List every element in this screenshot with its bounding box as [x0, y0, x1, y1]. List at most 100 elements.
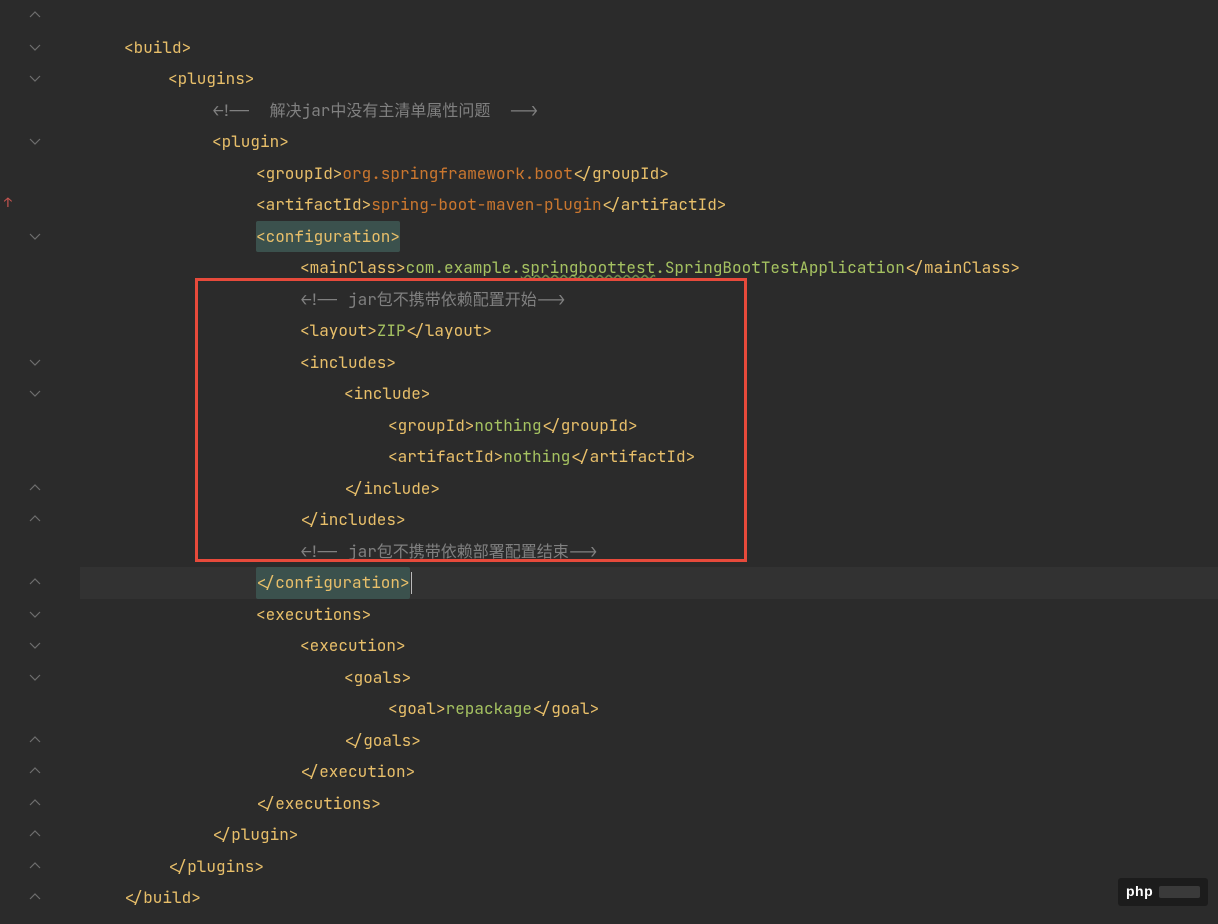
fold-expand-icon[interactable] — [28, 386, 42, 400]
fold-expand-icon[interactable] — [28, 71, 42, 85]
code-token: nothing — [503, 441, 570, 473]
code-line[interactable]: <goal>repackage</goal> — [80, 693, 1218, 725]
code-token: <plugins> — [168, 63, 254, 95]
code-token: <executions> — [256, 599, 371, 631]
code-token: </artifactId> — [602, 189, 727, 221]
vcs-change-marker-icon: ↑ — [4, 187, 12, 219]
code-line[interactable]: </build> — [80, 882, 1218, 914]
code-line[interactable]: <groupId>nothing</groupId> — [80, 410, 1218, 442]
code-line[interactable]: <includes> — [80, 347, 1218, 379]
code-line[interactable]: <mainClass>com.example.springboottest.Sp… — [80, 252, 1218, 284]
code-token: </include> — [344, 473, 440, 505]
code-line[interactable]: <execution> — [80, 630, 1218, 662]
fold-collapse-icon[interactable] — [28, 827, 42, 841]
code-token: <include> — [344, 378, 430, 410]
code-token: </includes> — [300, 504, 406, 536]
code-token: </goal> — [532, 693, 599, 725]
code-line[interactable]: <artifactId>spring-boot-maven-plugin</ar… — [80, 189, 1218, 221]
fold-collapse-icon[interactable] — [28, 481, 42, 495]
code-token: <includes> — [300, 347, 396, 379]
code-token: <goals> — [344, 662, 411, 694]
code-token: <groupId> — [256, 158, 342, 190]
watermark-text: php — [1126, 876, 1153, 908]
code-token: </execution> — [300, 756, 415, 788]
fold-collapse-icon[interactable] — [28, 859, 42, 873]
code-line[interactable]: </configuration> — [80, 567, 1218, 599]
code-token: </groupId> — [542, 410, 638, 442]
code-token: </groupId> — [573, 158, 669, 190]
code-line[interactable]: <!-- jar包不携带依赖部署配置结束--> — [80, 536, 1218, 568]
code-token: com.example. — [406, 252, 521, 284]
code-token: </layout> — [406, 315, 492, 347]
code-token: org.springframework.boot — [342, 158, 572, 190]
code-token: <artifactId> — [388, 441, 503, 473]
code-line[interactable]: <groupId>org.springframework.boot</group… — [80, 158, 1218, 190]
code-line[interactable]: <build> — [80, 32, 1218, 64]
code-token: repackage — [446, 693, 532, 725]
code-token: </executions> — [256, 788, 381, 820]
code-line[interactable]: <executions> — [80, 599, 1218, 631]
fold-collapse-icon[interactable] — [28, 733, 42, 747]
code-token: </mainClass> — [905, 252, 1020, 284]
code-token: <layout> — [300, 315, 377, 347]
watermark-decoration — [1159, 886, 1200, 898]
code-token: <goal> — [388, 693, 446, 725]
code-line[interactable]: <configuration> — [80, 221, 1218, 253]
code-token: .SpringBootTestApplication — [655, 252, 905, 284]
fold-expand-icon[interactable] — [28, 40, 42, 54]
code-token: </configuration> — [256, 567, 410, 599]
code-token: ZIP — [377, 315, 406, 347]
code-line[interactable]: <layout>ZIP</layout> — [80, 315, 1218, 347]
code-token: spring-boot-maven-plugin — [371, 189, 601, 221]
fold-expand-icon[interactable] — [28, 607, 42, 621]
code-line[interactable]: <goals> — [80, 662, 1218, 694]
code-line[interactable]: <artifactId>nothing</artifactId> — [80, 441, 1218, 473]
fold-expand-icon[interactable] — [28, 229, 42, 243]
code-line[interactable]: </include> — [80, 473, 1218, 505]
editor-gutter: ↑ — [0, 0, 48, 924]
fold-collapse-icon[interactable] — [28, 8, 42, 22]
code-line[interactable] — [80, 0, 1218, 32]
code-line[interactable]: <plugin> — [80, 126, 1218, 158]
text-caret — [411, 572, 412, 594]
fold-collapse-icon[interactable] — [28, 575, 42, 589]
code-token: </plugin> — [212, 819, 298, 851]
code-line[interactable]: </goals> — [80, 725, 1218, 757]
code-line[interactable]: <!-- jar包不携带依赖配置开始--> — [80, 284, 1218, 316]
code-token: </goals> — [344, 725, 421, 757]
fold-collapse-icon[interactable] — [28, 512, 42, 526]
fold-collapse-icon[interactable] — [28, 796, 42, 810]
code-token: <configuration> — [256, 221, 400, 253]
code-area[interactable]: <build><plugins><!-- 解决jar中没有主清单属性问题 -->… — [48, 0, 1218, 924]
code-token: <groupId> — [388, 410, 474, 442]
code-token: </artifactId> — [570, 441, 695, 473]
code-token: nothing — [474, 410, 541, 442]
code-line[interactable]: <plugins> — [80, 63, 1218, 95]
fold-collapse-icon[interactable] — [28, 890, 42, 904]
code-line[interactable]: </executions> — [80, 788, 1218, 820]
code-line[interactable]: <include> — [80, 378, 1218, 410]
code-token: <!-- jar包不携带依赖配置开始--> — [300, 284, 566, 316]
fold-collapse-icon[interactable] — [28, 764, 42, 778]
code-token: springboottest — [521, 252, 655, 284]
fold-expand-icon[interactable] — [28, 638, 42, 652]
code-token: <mainClass> — [300, 252, 406, 284]
code-line[interactable]: <!-- 解决jar中没有主清单属性问题 --> — [80, 95, 1218, 127]
code-token: <build> — [124, 32, 191, 64]
code-token: <execution> — [300, 630, 406, 662]
fold-expand-icon[interactable] — [28, 355, 42, 369]
fold-expand-icon[interactable] — [28, 670, 42, 684]
code-editor[interactable]: ↑ <build><plugins><!-- 解决jar中没有主清单属性问题 -… — [0, 0, 1218, 924]
code-line[interactable]: </plugins> — [80, 851, 1218, 883]
fold-expand-icon[interactable] — [28, 134, 42, 148]
code-line[interactable]: </plugin> — [80, 819, 1218, 851]
code-token: <!-- 解决jar中没有主清单属性问题 --> — [212, 95, 538, 127]
code-line[interactable]: </execution> — [80, 756, 1218, 788]
code-token: </build> — [124, 882, 201, 914]
watermark-badge: php — [1118, 878, 1208, 906]
code-token: <!-- jar包不携带依赖部署配置结束--> — [300, 536, 598, 568]
code-token: </plugins> — [168, 851, 264, 883]
code-token: <artifactId> — [256, 189, 371, 221]
code-line[interactable]: </includes> — [80, 504, 1218, 536]
code-token: <plugin> — [212, 126, 289, 158]
